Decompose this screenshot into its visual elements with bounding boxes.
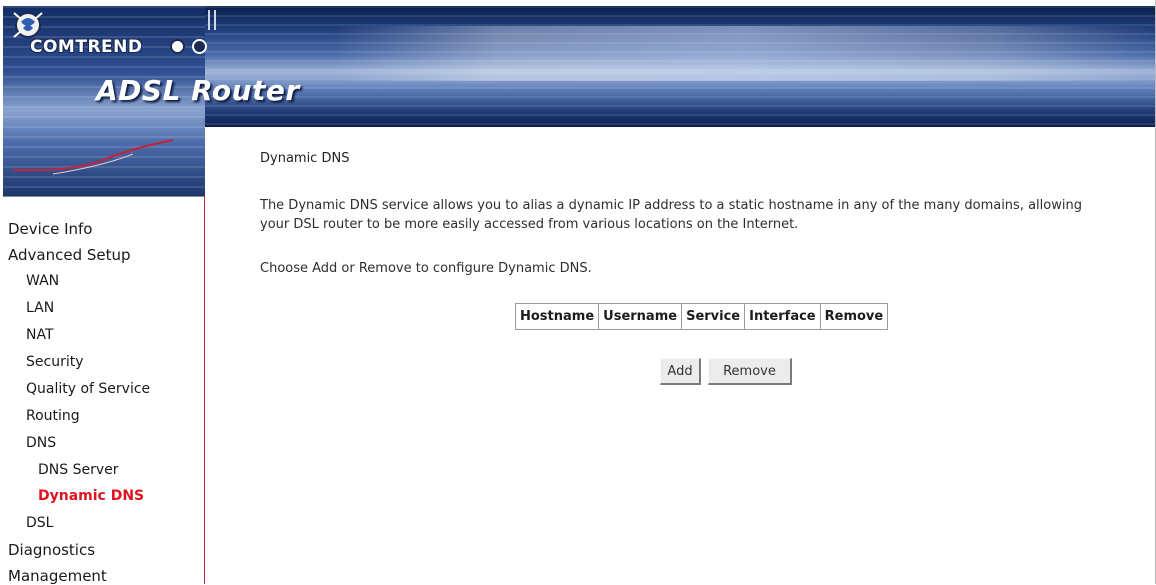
sidebar-item-management[interactable]: Management — [8, 567, 107, 585]
column-header-service: Service — [681, 303, 746, 330]
logo-swoosh — [13, 139, 174, 175]
column-header-remove: Remove — [819, 303, 889, 330]
brand-name: COMTREND — [30, 37, 143, 57]
sidebar-item-diagnostics[interactable]: Diagnostics — [8, 541, 95, 559]
banner-divider — [208, 10, 210, 30]
column-header-hostname: Hostname — [514, 303, 600, 330]
sidebar-item-device-info[interactable]: Device Info — [8, 220, 92, 238]
column-header-interface: Interface — [744, 303, 821, 330]
brand-circle — [170, 39, 185, 54]
sidebar-item-dsl[interactable]: DSL — [26, 515, 53, 531]
sidebar-item-advanced-setup[interactable]: Advanced Setup — [8, 246, 131, 264]
page-title: Dynamic DNS — [260, 151, 350, 166]
sidebar-item-security[interactable]: Security — [26, 354, 84, 370]
page-description: The Dynamic DNS service allows you to al… — [260, 196, 1150, 234]
description-line: The Dynamic DNS service allows you to al… — [260, 198, 1082, 213]
sidebar-item-routing[interactable]: Routing — [26, 408, 80, 424]
table-header-row: Hostname Username Service Interface Remo… — [514, 303, 889, 330]
sidebar-item-quality-of-service[interactable]: Quality of Service — [26, 381, 150, 397]
sidebar-item-wan[interactable]: WAN — [26, 273, 59, 289]
sidebar-item-dns[interactable]: DNS — [26, 435, 56, 451]
sidebar-item-nat[interactable]: NAT — [26, 327, 54, 343]
column-header-username: Username — [598, 303, 683, 330]
sidebar-item-dns-server[interactable]: DNS Server — [38, 462, 119, 478]
banner-glow — [333, 26, 1156, 81]
description-line: your DSL router to be more easily access… — [260, 217, 799, 232]
sidebar-item-dynamic-dns[interactable]: Dynamic DNS — [38, 488, 144, 504]
remove-button[interactable]: Remove — [708, 358, 792, 385]
sidebar-item-lan[interactable]: LAN — [26, 300, 54, 316]
brand-circle — [192, 39, 208, 54]
brand-circles — [170, 39, 209, 58]
dynamic-dns-table: Hostname Username Service Interface Remo… — [514, 303, 889, 330]
banner-divider — [214, 10, 216, 30]
instruction-text: Choose Add or Remove to configure Dynami… — [260, 261, 592, 276]
add-button[interactable]: Add — [660, 358, 701, 385]
product-title: ADSL Router — [96, 74, 300, 107]
